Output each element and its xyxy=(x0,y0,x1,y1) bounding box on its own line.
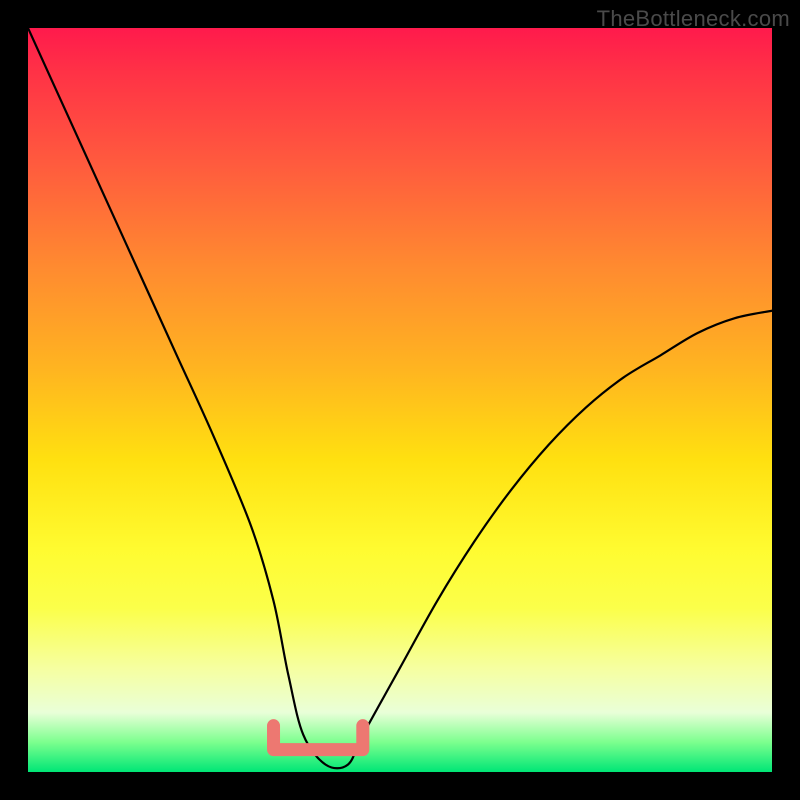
trough-marker-path xyxy=(274,726,363,750)
chart-frame: TheBottleneck.com xyxy=(0,0,800,800)
curve-svg xyxy=(28,28,772,772)
watermark-text: TheBottleneck.com xyxy=(597,6,790,32)
bottleneck-curve-path xyxy=(28,28,772,768)
plot-area xyxy=(28,28,772,772)
